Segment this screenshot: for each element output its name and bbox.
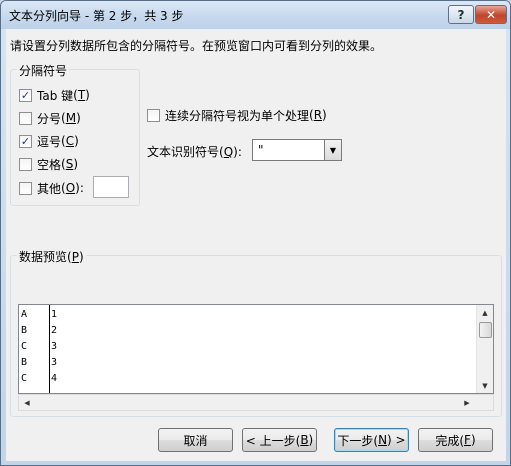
cancel-button[interactable]: 取消 — [158, 428, 233, 452]
next-button[interactable]: 下一步(N) > — [334, 428, 409, 452]
text-qualifier-select[interactable]: " ▼ — [252, 139, 342, 161]
preview-vertical-scrollbar[interactable]: ▲ ▼ — [476, 305, 493, 393]
dialog-body: 请设置分列数据所包含的分隔符号。在预览窗口内可看到分列的效果。 分隔符号 ✓ T… — [6, 29, 506, 461]
checkbox-space[interactable]: 空格(S) — [19, 156, 78, 172]
chevron-down-icon[interactable]: ▼ — [324, 140, 341, 160]
checkbox-semicolon[interactable]: 分号(M) — [19, 110, 81, 126]
checkbox-consecutive-delimiters[interactable]: 连续分隔符号视为单个处理(R) — [147, 107, 327, 123]
scroll-left-icon[interactable]: ◀ — [19, 395, 35, 411]
checkbox-comma-box[interactable]: ✓ — [19, 134, 32, 148]
checkbox-other-box[interactable] — [19, 181, 32, 195]
title-bar[interactable]: 文本分列向导 - 第 2 步，共 3 步 ? ✕ — [1, 1, 510, 29]
scroll-up-icon[interactable]: ▲ — [477, 305, 493, 321]
preview-row: B3 — [21, 357, 58, 368]
preview-row: B2 — [21, 325, 58, 336]
scroll-right-icon[interactable]: ▶ — [459, 395, 475, 411]
data-preview-grid[interactable]: A1 B2 C3 B3 C4 ▲ ▼ — [18, 304, 494, 394]
checkbox-other[interactable]: 其他(O): — [19, 180, 84, 196]
window-title: 文本分列向导 - 第 2 步，共 3 步 — [9, 9, 184, 23]
text-qualifier-value: " — [258, 143, 264, 157]
delimiters-group: 分隔符号 ✓ Tab 键(T) 分号(M) ✓ 逗号(C) 空格(S) 其他(O… — [10, 62, 140, 206]
checkbox-comma[interactable]: ✓ 逗号(C) — [19, 133, 79, 149]
preview-row: A1 — [21, 309, 58, 320]
delimiters-group-label: 分隔符号 — [17, 62, 70, 79]
finish-button[interactable]: 完成(F) — [418, 428, 493, 452]
checkbox-tab[interactable]: ✓ Tab 键(T) — [19, 87, 90, 103]
checkbox-semicolon-box[interactable] — [19, 111, 32, 125]
back-button[interactable]: < 上一步(B) — [242, 428, 317, 452]
close-button[interactable]: ✕ — [475, 5, 507, 24]
checkbox-space-box[interactable] — [19, 157, 32, 171]
scroll-down-icon[interactable]: ▼ — [477, 378, 493, 393]
other-delimiter-input[interactable] — [93, 176, 129, 198]
preview-row: C4 — [21, 373, 58, 384]
checkbox-consecutive-box[interactable] — [147, 108, 160, 122]
instruction-text: 请设置分列数据所包含的分隔符号。在预览窗口内可看到分列的效果。 — [10, 39, 383, 53]
text-import-wizard-window: 文本分列向导 - 第 2 步，共 3 步 ? ✕ 请设置分列数据所包含的分隔符号… — [0, 0, 511, 466]
checkbox-tab-box[interactable]: ✓ — [19, 88, 32, 102]
preview-horizontal-scrollbar[interactable]: ◀ ▶ — [18, 394, 494, 411]
text-qualifier-label: 文本识别符号(Q): — [147, 145, 242, 159]
close-icon: ✕ — [485, 7, 497, 22]
scroll-thumb[interactable] — [479, 322, 492, 338]
data-preview-label: 数据预览(P) — [17, 248, 86, 265]
help-button[interactable]: ? — [448, 5, 474, 24]
help-icon: ? — [457, 7, 465, 22]
preview-row: C3 — [21, 341, 58, 352]
